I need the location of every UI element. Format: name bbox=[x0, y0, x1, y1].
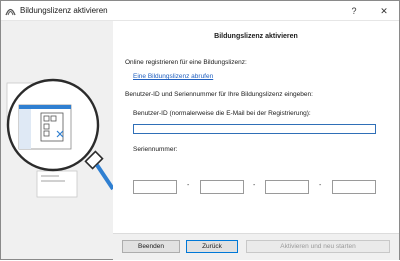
instructions-label: Benutzer-ID und Seriennummer für Ihre Bi… bbox=[125, 91, 313, 98]
page-title: Bildungslizenz aktivieren bbox=[214, 33, 298, 40]
title-bar: Bildungslizenz aktivieren ? ✕ bbox=[1, 1, 399, 21]
document-bottom-icon bbox=[36, 170, 78, 198]
illustration-panel bbox=[1, 21, 115, 259]
serial-separator: - bbox=[253, 182, 256, 189]
archicad-arc-icon bbox=[5, 8, 16, 16]
serial-part-4[interactable] bbox=[332, 180, 376, 194]
window-title: Bildungslizenz aktivieren bbox=[20, 6, 108, 15]
serial-separator: - bbox=[187, 182, 190, 189]
back-button[interactable]: Zurück bbox=[186, 240, 238, 253]
serial-separator: - bbox=[319, 182, 322, 189]
quit-button[interactable]: Beenden bbox=[122, 240, 180, 253]
serial-part-2[interactable] bbox=[200, 180, 244, 194]
close-button[interactable]: ✕ bbox=[377, 4, 391, 18]
dialog-window: Bildungslizenz aktivieren ? ✕ Bildungsli… bbox=[0, 0, 400, 260]
activate-restart-button[interactable]: Aktivieren und neu starten bbox=[246, 240, 390, 253]
serial-label: Seriennummer: bbox=[133, 146, 178, 153]
get-license-link[interactable]: Eine Bildungslizenz abrufen bbox=[133, 73, 213, 80]
serial-part-1[interactable] bbox=[133, 180, 177, 194]
userid-label: Benutzer-ID (normalerweise die E-Mail be… bbox=[133, 110, 311, 117]
help-button[interactable]: ? bbox=[347, 4, 361, 18]
magnifier-illustration bbox=[6, 78, 115, 198]
content-area: Bildungslizenz aktivieren Online registr… bbox=[113, 21, 399, 233]
online-label: Online registrieren für eine Bildungsliz… bbox=[125, 59, 247, 66]
serial-part-3[interactable] bbox=[265, 180, 309, 194]
magnifier-handle-icon bbox=[95, 163, 115, 191]
userid-input[interactable] bbox=[133, 124, 376, 134]
button-bar: Beenden Zurück Aktivieren und neu starte… bbox=[113, 233, 399, 260]
